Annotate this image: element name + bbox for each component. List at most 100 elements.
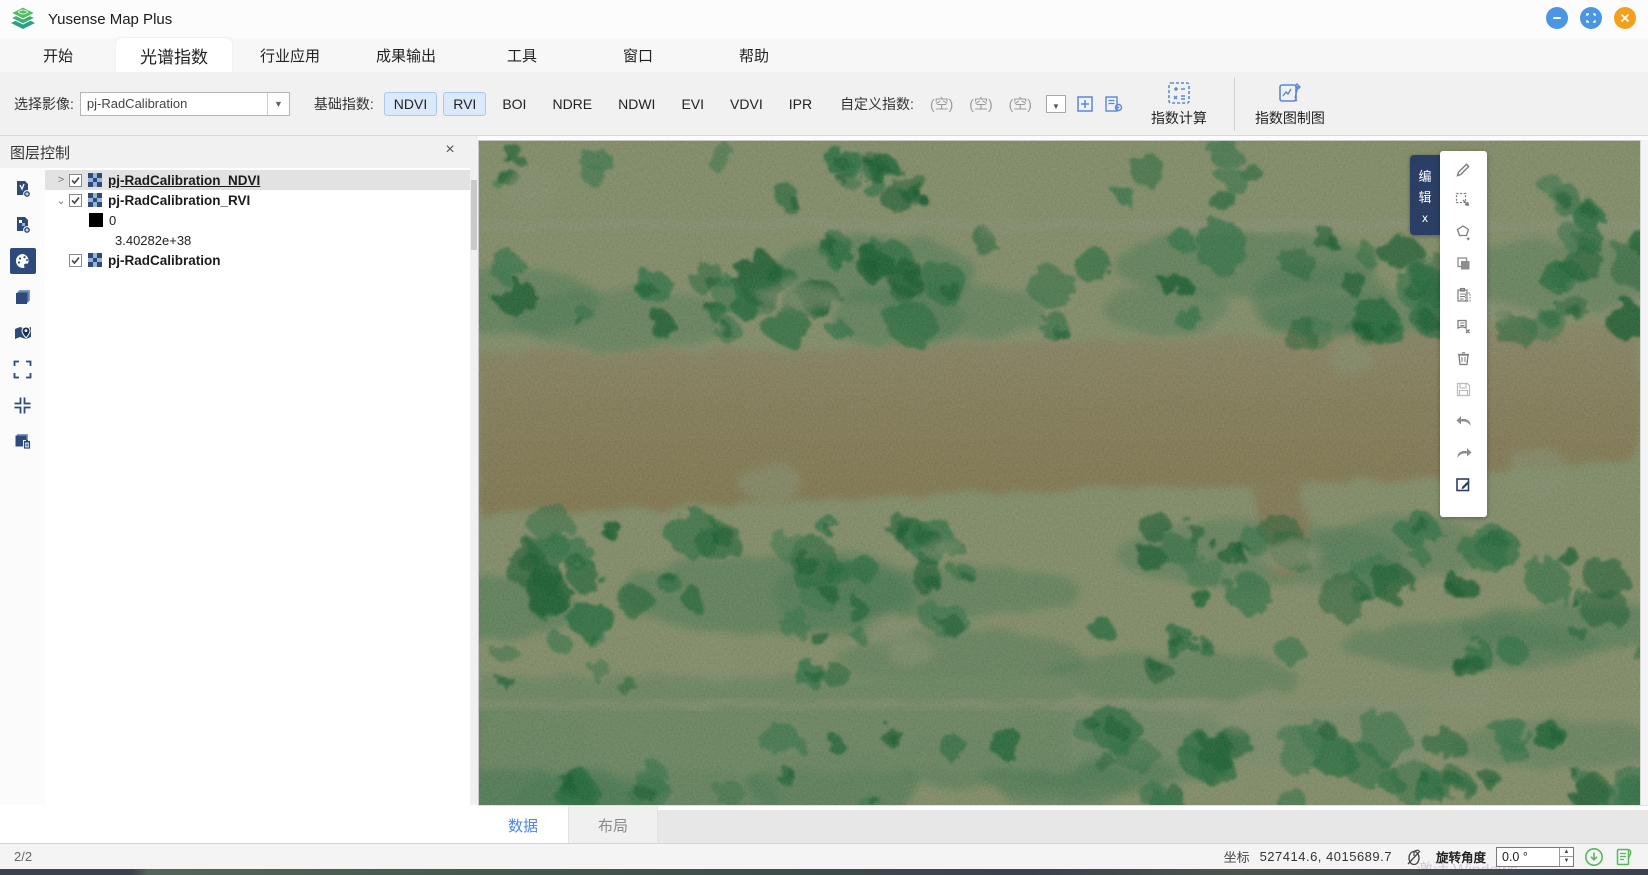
menu-item-help[interactable]: 帮助 [696, 38, 812, 72]
bookmark-location-button[interactable] [10, 320, 36, 346]
edit-sketch-button[interactable] [1455, 160, 1473, 178]
index-plot-button[interactable]: 指数图制图 [1251, 75, 1329, 133]
panel-scrollbar[interactable] [470, 168, 478, 843]
layer-checkbox[interactable] [69, 194, 82, 207]
expand-arrow-icon[interactable]: > [53, 174, 69, 186]
rotation-spinner[interactable]: ▲▼ [1559, 848, 1573, 866]
layer-checkbox[interactable] [69, 174, 82, 187]
create-feature-button[interactable] [1455, 223, 1473, 241]
index-chip-evi[interactable]: EVI [671, 92, 714, 116]
paste-button[interactable] [1455, 286, 1473, 304]
index-chip-ipr[interactable]: IPR [779, 92, 822, 116]
layers-icon [13, 287, 33, 307]
layer-panel-header: 图层控制 × [0, 136, 478, 168]
spin-up-icon[interactable]: ▲ [1560, 848, 1573, 858]
select-marquee-icon [1455, 192, 1472, 209]
symbology-button[interactable] [10, 248, 36, 274]
undo-button[interactable] [1455, 412, 1473, 430]
map-pin-icon [13, 323, 33, 343]
select-features-button[interactable] [1455, 192, 1473, 210]
page-indicator: 2/2 [14, 849, 32, 864]
menu-item-tools[interactable]: 工具 [464, 38, 580, 72]
copy-icon [1455, 255, 1472, 272]
check-icon [70, 255, 81, 266]
layers-button[interactable] [10, 284, 36, 310]
chevron-down-icon: ▼ [1052, 102, 1060, 112]
layer-row-rvi[interactable]: ⌄ pj-RadCalibration_RVI [45, 190, 470, 210]
layer-panel-close-button[interactable]: × [440, 141, 460, 159]
manage-custom-index-button[interactable] [1104, 95, 1124, 113]
delete-record-button[interactable] [1455, 318, 1473, 336]
menu-item-spectral-index[interactable]: 光谱指数 [116, 38, 232, 72]
image-select-dropdown[interactable]: pj-RadCalibration ▼ [80, 92, 290, 116]
add-custom-index-button[interactable] [1076, 95, 1094, 113]
index-calc-button[interactable]: 指数计算 [1140, 75, 1218, 133]
custom-slot-1[interactable]: (空) [930, 94, 953, 114]
remove-layer-button[interactable] [10, 428, 36, 454]
custom-index-dropdown[interactable]: ▼ [1046, 95, 1066, 113]
image-select-value: pj-RadCalibration [87, 96, 187, 111]
index-chip-vdvi[interactable]: VDVI [720, 92, 773, 116]
chart-pen-icon [1277, 80, 1303, 106]
index-chip-ndwi[interactable]: NDWI [608, 92, 665, 116]
layer-name[interactable]: pj-RadCalibration_NDVI [108, 173, 260, 188]
trash-icon [1455, 350, 1472, 367]
add-vector-button[interactable] [10, 176, 36, 202]
tab-data[interactable]: 数据 [478, 806, 568, 844]
calculator-icon [1166, 80, 1192, 106]
map-scrollbar[interactable] [1640, 140, 1648, 805]
save-edits-button[interactable] [1455, 381, 1473, 399]
base-index-label: 基础指数: [314, 94, 374, 114]
layer-row-radcalibration[interactable]: pj-RadCalibration [45, 250, 470, 270]
screen-bottom-edge [0, 869, 1648, 875]
custom-index-label: 自定义指数: [840, 94, 914, 114]
menu-item-industry[interactable]: 行业应用 [232, 38, 348, 72]
log-notes-icon[interactable] [1614, 847, 1634, 867]
layer-tree: > pj-RadCalibration_NDVI ⌄ pj-RadCalibra… [45, 170, 470, 270]
minimize-button[interactable] [1546, 7, 1568, 29]
close-button[interactable] [1614, 7, 1636, 29]
index-chip-ndvi[interactable]: NDVI [384, 92, 437, 116]
edit-panel-tab[interactable]: 编 辑 x [1410, 155, 1440, 235]
layer-checkbox[interactable] [69, 254, 82, 267]
layer-name[interactable]: pj-RadCalibration_RVI [108, 193, 250, 208]
legend-max-value: 3.40282e+38 [115, 233, 191, 248]
layer-name[interactable]: pj-RadCalibration [108, 253, 221, 268]
custom-slot-3[interactable]: (空) [1009, 94, 1032, 114]
layer-row-ndvi[interactable]: > pj-RadCalibration_NDVI [45, 170, 470, 190]
collapse-extent-button[interactable] [10, 392, 36, 418]
base-index-chips: NDVI RVI BOI NDRE NDWI EVI VDVI IPR [384, 92, 822, 116]
full-extent-button[interactable] [10, 356, 36, 382]
application-window: Yusense Map Plus 开始 光谱指数 行业应用 成果输出 工具 窗口… [0, 0, 1648, 875]
edit-attributes-button[interactable] [1455, 475, 1473, 493]
view-tabs: 数据 布局 [478, 805, 1648, 843]
spin-down-icon[interactable]: ▼ [1560, 857, 1573, 866]
coordinate-label: 坐标 [1224, 847, 1250, 866]
index-chip-rvi[interactable]: RVI [443, 92, 486, 116]
custom-index-slots: (空) (空) (空) [930, 94, 1032, 114]
title-bar: Yusense Map Plus [0, 0, 1648, 38]
add-vector-icon [13, 179, 33, 199]
maximize-button[interactable] [1580, 7, 1602, 29]
tab-layout[interactable]: 布局 [568, 806, 658, 844]
save-icon [1455, 381, 1472, 398]
index-chip-ndre[interactable]: NDRE [542, 92, 602, 116]
download-status-icon[interactable] [1584, 847, 1604, 867]
custom-slot-2[interactable]: (空) [969, 94, 992, 114]
snap-mouse-icon[interactable] [1406, 848, 1422, 866]
collapse-arrow-icon[interactable]: ⌄ [53, 194, 69, 207]
edit-tab-close[interactable]: x [1422, 211, 1428, 225]
status-bar: 2/2 坐标 527414.6, 4015689.7 旋转角度 0.0 ° ▲▼ [0, 843, 1648, 869]
add-raster-button[interactable] [10, 212, 36, 238]
redo-button[interactable] [1455, 444, 1473, 462]
copy-button[interactable] [1455, 255, 1473, 273]
layer-tools-sidebar [0, 168, 45, 843]
menu-item-window[interactable]: 窗口 [580, 38, 696, 72]
rotation-input[interactable]: 0.0 ° ▲▼ [1496, 847, 1574, 867]
menu-item-start[interactable]: 开始 [0, 38, 116, 72]
ribbon-toolbar: 选择影像: pj-RadCalibration ▼ 基础指数: NDVI RVI… [0, 72, 1648, 136]
menu-item-output[interactable]: 成果输出 [348, 38, 464, 72]
index-chip-boi[interactable]: BOI [492, 92, 536, 116]
delete-button[interactable] [1455, 349, 1473, 367]
select-image-label: 选择影像: [14, 94, 74, 114]
